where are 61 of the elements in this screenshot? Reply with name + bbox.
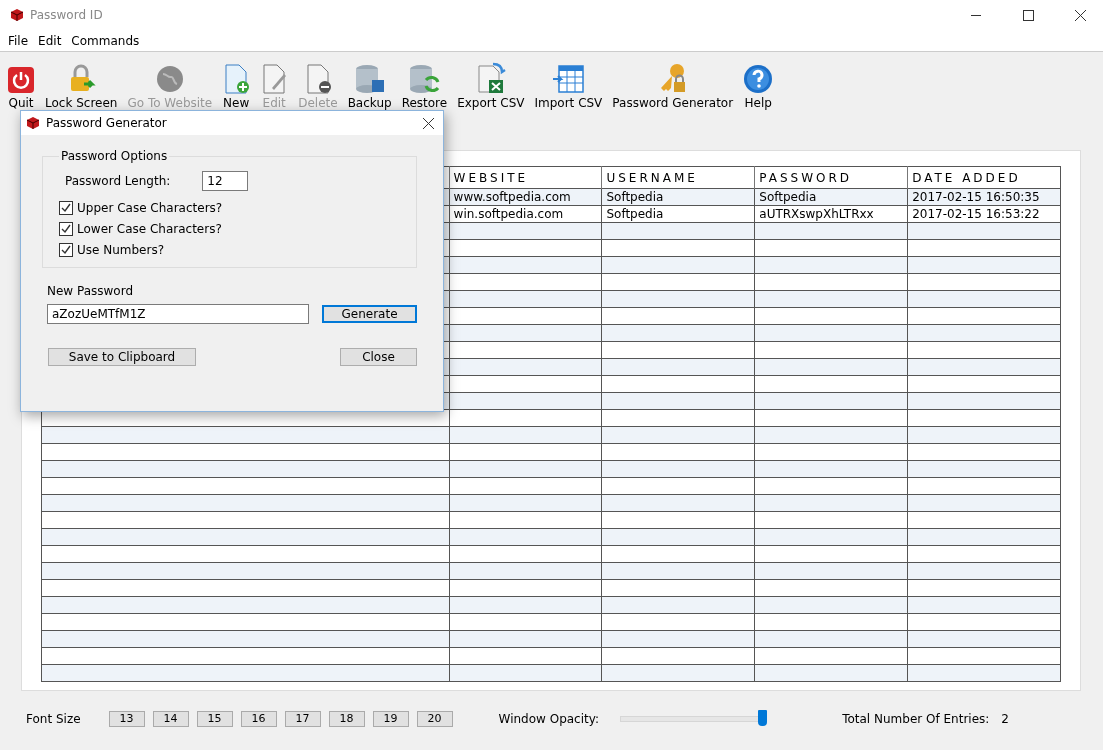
window-title: Password ID xyxy=(30,8,103,22)
toolbar-button[interactable]: Export CSV xyxy=(452,62,530,110)
font-size-button[interactable]: 13 xyxy=(108,710,145,727)
close-dialog-button[interactable]: Close xyxy=(340,348,417,366)
menu-item[interactable]: Edit xyxy=(33,33,67,48)
toolbar-button[interactable]: New xyxy=(217,64,256,110)
font-size-button[interactable]: 14 xyxy=(152,710,189,727)
document-pencil-icon xyxy=(260,64,289,94)
font-size-button[interactable]: 17 xyxy=(284,710,321,727)
toolbar-button[interactable]: Quit xyxy=(2,66,40,110)
checkbox-label: Use Numbers? xyxy=(77,243,165,257)
font-size-label: Font Size xyxy=(26,711,81,726)
checkbox[interactable] xyxy=(59,201,73,215)
maximize-icon[interactable] xyxy=(1022,9,1034,21)
table-cell: Softpedia xyxy=(601,205,755,223)
toolbar-button[interactable]: Password Generator xyxy=(607,62,739,110)
table-import-icon xyxy=(551,64,586,94)
table-cell: 2017-02-15 16:50:35 xyxy=(907,188,1061,206)
menu-item[interactable]: Commands xyxy=(66,33,145,48)
app-logo-icon xyxy=(10,8,24,22)
table-cell: win.softpedia.com xyxy=(449,205,602,223)
toolbar-button[interactable]: Import CSV xyxy=(529,64,608,110)
font-size-button[interactable]: 19 xyxy=(372,710,409,727)
new-document-icon xyxy=(222,64,251,94)
app-logo-icon xyxy=(26,116,40,130)
dialog-title: Password Generator xyxy=(46,116,167,130)
generate-button[interactable]: Generate xyxy=(322,305,417,323)
close-icon[interactable] xyxy=(422,117,434,129)
font-size-button[interactable]: 16 xyxy=(240,710,277,727)
checkbox-label: Upper Case Characters? xyxy=(77,201,223,215)
toolbar-button[interactable]: Lock Screen xyxy=(40,64,123,110)
group-title: Password Options xyxy=(60,149,169,163)
menu-item[interactable]: File xyxy=(3,33,34,48)
checkbox[interactable] xyxy=(59,222,73,236)
password-field[interactable]: aZozUeMTfM1Z xyxy=(47,304,309,324)
close-icon[interactable] xyxy=(1074,9,1086,21)
font-size-button[interactable]: 18 xyxy=(328,710,365,727)
save-button[interactable]: Save to Clipboard xyxy=(48,348,196,366)
database-disk-icon xyxy=(353,64,386,94)
checkbox[interactable] xyxy=(59,243,73,257)
table-cell: Softpedia xyxy=(754,188,908,206)
toolbar-button[interactable]: Restore xyxy=(396,64,453,110)
power-icon xyxy=(7,66,35,94)
toolbar-button[interactable]: Help xyxy=(738,64,779,110)
table-cell: Softpedia xyxy=(601,188,755,206)
slider-thumb[interactable] xyxy=(758,709,768,726)
table-cell: www.softpedia.com xyxy=(449,188,602,206)
database-arrows-icon xyxy=(408,64,441,94)
length-field[interactable]: 12 xyxy=(202,171,249,191)
length-label: Password Length: xyxy=(65,174,171,188)
help-icon xyxy=(743,64,774,94)
opacity-label: Window Opacity: xyxy=(498,711,600,726)
table-cell: aUTRXswpXhLTRxx xyxy=(754,205,908,223)
entries-label: Total Number Of Entries: xyxy=(842,711,990,726)
font-size-button[interactable]: 20 xyxy=(416,710,453,727)
font-size-button[interactable]: 15 xyxy=(196,710,233,727)
checkbox-label: Lower Case Characters? xyxy=(77,222,222,236)
new-password-label: New Password xyxy=(47,284,135,298)
table-cell: 2017-02-15 16:53:22 xyxy=(907,205,1061,223)
entries-count: 2 xyxy=(1001,711,1009,726)
toolbar-button[interactable]: Backup xyxy=(342,64,397,110)
